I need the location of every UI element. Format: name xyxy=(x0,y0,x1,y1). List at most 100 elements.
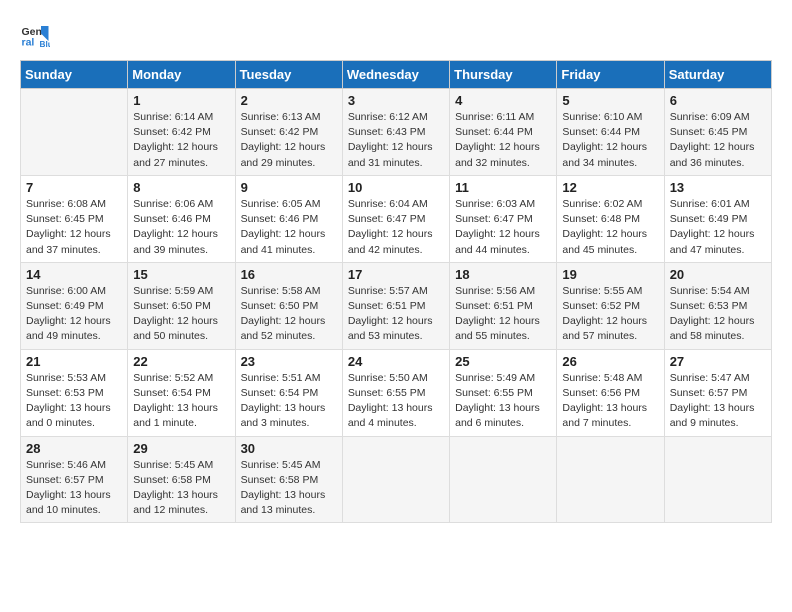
day-info: Sunrise: 5:45 AMSunset: 6:58 PMDaylight:… xyxy=(241,458,337,519)
header-day-friday: Friday xyxy=(557,61,664,89)
day-number: 1 xyxy=(133,93,229,108)
day-info: Sunrise: 6:05 AMSunset: 6:46 PMDaylight:… xyxy=(241,197,337,258)
day-number: 23 xyxy=(241,354,337,369)
day-number: 24 xyxy=(348,354,444,369)
day-info: Sunrise: 5:56 AMSunset: 6:51 PMDaylight:… xyxy=(455,284,551,345)
day-number: 30 xyxy=(241,441,337,456)
day-number: 11 xyxy=(455,180,551,195)
day-number: 6 xyxy=(670,93,766,108)
day-number: 25 xyxy=(455,354,551,369)
day-cell: 7Sunrise: 6:08 AMSunset: 6:45 PMDaylight… xyxy=(21,175,128,262)
day-cell: 10 Sunrise: 6:04 AMSunset: 6:47 PMDayligh… xyxy=(342,175,449,262)
header-day-sunday: Sunday xyxy=(21,61,128,89)
day-cell: 24 Sunrise: 5:50 AMSunset: 6:55 PMDayligh… xyxy=(342,349,449,436)
day-info: Sunrise: 5:52 AMSunset: 6:54 PMDaylight:… xyxy=(133,371,229,432)
day-cell: 19 Sunrise: 5:55 AMSunset: 6:52 PMDayligh… xyxy=(557,262,664,349)
day-number: 12 xyxy=(562,180,658,195)
day-cell: 21 Sunrise: 5:53 AMSunset: 6:53 PMDayligh… xyxy=(21,349,128,436)
day-number: 5 xyxy=(562,93,658,108)
day-info: Sunrise: 5:45 AMSunset: 6:58 PMDaylight:… xyxy=(133,458,229,519)
logo-icon: Gene ral Blue xyxy=(20,20,50,50)
header-day-tuesday: Tuesday xyxy=(235,61,342,89)
day-cell: 5 Sunrise: 6:10 AMSunset: 6:44 PMDaylight… xyxy=(557,89,664,176)
day-cell: 30 Sunrise: 5:45 AMSunset: 6:58 PMDayligh… xyxy=(235,436,342,523)
day-info: Sunrise: 5:54 AMSunset: 6:53 PMDaylight:… xyxy=(670,284,766,345)
day-info: Sunrise: 6:04 AMSunset: 6:47 PMDaylight:… xyxy=(348,197,444,258)
day-cell xyxy=(450,436,557,523)
day-number: 15 xyxy=(133,267,229,282)
day-cell: 3 Sunrise: 6:12 AMSunset: 6:43 PMDaylight… xyxy=(342,89,449,176)
day-cell: 16 Sunrise: 5:58 AMSunset: 6:50 PMDayligh… xyxy=(235,262,342,349)
day-number: 29 xyxy=(133,441,229,456)
day-cell: 4Sunrise: 6:11 AMSunset: 6:44 PMDaylight… xyxy=(450,89,557,176)
day-number: 2 xyxy=(241,93,337,108)
day-cell xyxy=(342,436,449,523)
day-cell: 11Sunrise: 6:03 AMSunset: 6:47 PMDayligh… xyxy=(450,175,557,262)
day-cell xyxy=(21,89,128,176)
day-info: Sunrise: 6:09 AMSunset: 6:45 PMDaylight:… xyxy=(670,110,766,171)
day-number: 3 xyxy=(348,93,444,108)
day-number: 26 xyxy=(562,354,658,369)
week-row-5: 28Sunrise: 5:46 AMSunset: 6:57 PMDayligh… xyxy=(21,436,772,523)
day-number: 17 xyxy=(348,267,444,282)
day-info: Sunrise: 5:51 AMSunset: 6:54 PMDaylight:… xyxy=(241,371,337,432)
day-cell: 28Sunrise: 5:46 AMSunset: 6:57 PMDayligh… xyxy=(21,436,128,523)
week-row-1: 1Sunrise: 6:14 AMSunset: 6:42 PMDaylight… xyxy=(21,89,772,176)
week-row-4: 21 Sunrise: 5:53 AMSunset: 6:53 PMDayligh… xyxy=(21,349,772,436)
day-info: Sunrise: 5:57 AMSunset: 6:51 PMDaylight:… xyxy=(348,284,444,345)
day-cell: 26 Sunrise: 5:48 AMSunset: 6:56 PMDayligh… xyxy=(557,349,664,436)
day-info: Sunrise: 5:53 AMSunset: 6:53 PMDaylight:… xyxy=(26,371,122,432)
day-number: 7 xyxy=(26,180,122,195)
day-number: 13 xyxy=(670,180,766,195)
day-cell: 12Sunrise: 6:02 AMSunset: 6:48 PMDayligh… xyxy=(557,175,664,262)
day-info: Sunrise: 5:58 AMSunset: 6:50 PMDaylight:… xyxy=(241,284,337,345)
day-cell: 17 Sunrise: 5:57 AMSunset: 6:51 PMDayligh… xyxy=(342,262,449,349)
svg-text:Blue: Blue xyxy=(40,40,51,49)
day-info: Sunrise: 5:59 AMSunset: 6:50 PMDaylight:… xyxy=(133,284,229,345)
day-info: Sunrise: 6:06 AMSunset: 6:46 PMDaylight:… xyxy=(133,197,229,258)
day-cell: 25 Sunrise: 5:49 AMSunset: 6:55 PMDayligh… xyxy=(450,349,557,436)
day-info: Sunrise: 6:11 AMSunset: 6:44 PMDaylight:… xyxy=(455,110,551,171)
day-info: Sunrise: 6:10 AMSunset: 6:44 PMDaylight:… xyxy=(562,110,658,171)
day-info: Sunrise: 5:49 AMSunset: 6:55 PMDaylight:… xyxy=(455,371,551,432)
day-cell: 15 Sunrise: 5:59 AMSunset: 6:50 PMDayligh… xyxy=(128,262,235,349)
week-row-2: 7Sunrise: 6:08 AMSunset: 6:45 PMDaylight… xyxy=(21,175,772,262)
day-info: Sunrise: 5:47 AMSunset: 6:57 PMDaylight:… xyxy=(670,371,766,432)
day-cell: 13Sunrise: 6:01 AMSunset: 6:49 PMDayligh… xyxy=(664,175,771,262)
day-cell: 9 Sunrise: 6:05 AMSunset: 6:46 PMDaylight… xyxy=(235,175,342,262)
calendar-body: 1Sunrise: 6:14 AMSunset: 6:42 PMDaylight… xyxy=(21,89,772,523)
day-cell: 6 Sunrise: 6:09 AMSunset: 6:45 PMDaylight… xyxy=(664,89,771,176)
day-info: Sunrise: 6:00 AMSunset: 6:49 PMDaylight:… xyxy=(26,284,122,345)
day-info: Sunrise: 6:13 AMSunset: 6:42 PMDaylight:… xyxy=(241,110,337,171)
calendar-header: SundayMondayTuesdayWednesdayThursdayFrid… xyxy=(21,61,772,89)
day-number: 10 xyxy=(348,180,444,195)
day-cell: 22 Sunrise: 5:52 AMSunset: 6:54 PMDayligh… xyxy=(128,349,235,436)
day-cell: 2 Sunrise: 6:13 AMSunset: 6:42 PMDaylight… xyxy=(235,89,342,176)
day-cell: 18 Sunrise: 5:56 AMSunset: 6:51 PMDayligh… xyxy=(450,262,557,349)
day-cell: 23 Sunrise: 5:51 AMSunset: 6:54 PMDayligh… xyxy=(235,349,342,436)
day-cell: 27 Sunrise: 5:47 AMSunset: 6:57 PMDayligh… xyxy=(664,349,771,436)
day-info: Sunrise: 6:12 AMSunset: 6:43 PMDaylight:… xyxy=(348,110,444,171)
week-row-3: 14 Sunrise: 6:00 AMSunset: 6:49 PMDayligh… xyxy=(21,262,772,349)
day-number: 20 xyxy=(670,267,766,282)
header-day-saturday: Saturday xyxy=(664,61,771,89)
page-header: Gene ral Blue xyxy=(20,20,772,50)
day-info: Sunrise: 5:55 AMSunset: 6:52 PMDaylight:… xyxy=(562,284,658,345)
day-info: Sunrise: 5:50 AMSunset: 6:55 PMDaylight:… xyxy=(348,371,444,432)
day-info: Sunrise: 5:46 AMSunset: 6:57 PMDaylight:… xyxy=(26,458,122,519)
day-number: 22 xyxy=(133,354,229,369)
day-number: 27 xyxy=(670,354,766,369)
day-cell xyxy=(557,436,664,523)
day-cell: 1Sunrise: 6:14 AMSunset: 6:42 PMDaylight… xyxy=(128,89,235,176)
day-number: 21 xyxy=(26,354,122,369)
header-row: SundayMondayTuesdayWednesdayThursdayFrid… xyxy=(21,61,772,89)
day-cell: 14 Sunrise: 6:00 AMSunset: 6:49 PMDayligh… xyxy=(21,262,128,349)
day-number: 14 xyxy=(26,267,122,282)
day-number: 8 xyxy=(133,180,229,195)
day-info: Sunrise: 5:48 AMSunset: 6:56 PMDaylight:… xyxy=(562,371,658,432)
day-number: 18 xyxy=(455,267,551,282)
header-day-wednesday: Wednesday xyxy=(342,61,449,89)
day-number: 16 xyxy=(241,267,337,282)
day-number: 19 xyxy=(562,267,658,282)
day-number: 9 xyxy=(241,180,337,195)
